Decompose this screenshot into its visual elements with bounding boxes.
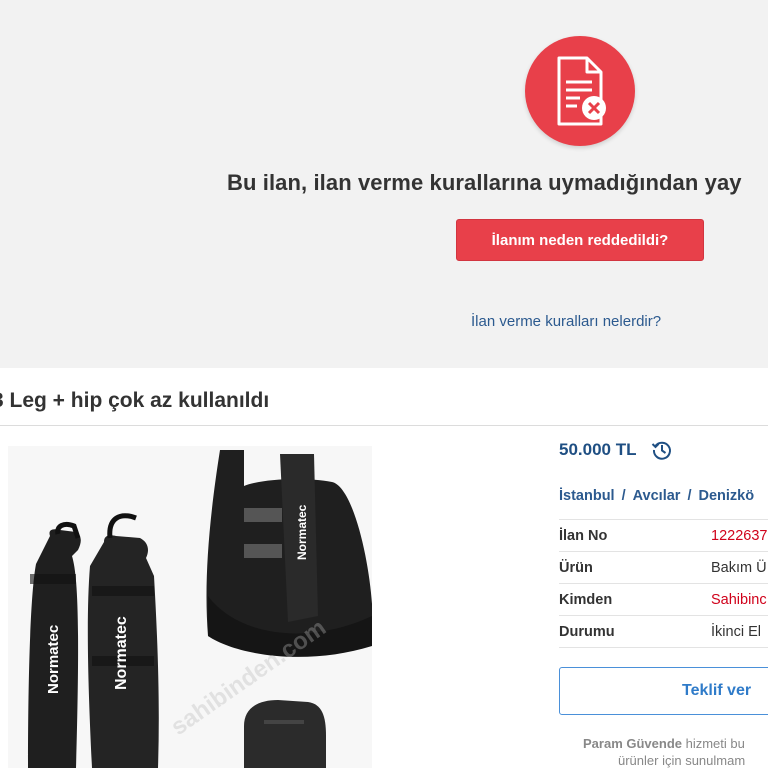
safe-payment-text: hizmeti bu xyxy=(682,736,745,751)
document-reject-icon xyxy=(525,36,635,146)
rejection-message: Bu ilan, ilan verme kurallarına uymadığı… xyxy=(227,170,742,195)
safe-payment-text-line2: ürünler için sunulmam xyxy=(618,753,746,768)
boot-brand-label: Normatec xyxy=(45,625,62,694)
detail-label: Ürün xyxy=(559,560,593,576)
breadcrumb-neighborhood[interactable]: Denizkö xyxy=(698,488,754,504)
detail-label: Durumu xyxy=(559,624,615,640)
normatec-boots-image: Normatec Normatec Normatec sahibinden.co… xyxy=(8,446,372,768)
detail-row-seller-type: Kimden Sahibinc xyxy=(559,583,768,615)
detail-label: Kimden xyxy=(559,592,613,608)
breadcrumb-separator: / xyxy=(687,488,692,504)
location-breadcrumb: İstanbul / Avcılar / Denizkö xyxy=(559,488,754,504)
boot-brand-label: Normatec xyxy=(113,616,130,690)
breadcrumb-city[interactable]: İstanbul xyxy=(559,488,615,504)
detail-value: Sahibinc xyxy=(711,592,767,608)
make-offer-button[interactable]: Teklif ver xyxy=(559,667,768,715)
listing-price: 50.000 TL xyxy=(559,440,637,459)
listing-details-table: İlan No 1222637 Ürün Bakım Ü Kimden Sahi… xyxy=(559,519,768,648)
detail-label: İlan No xyxy=(559,528,608,544)
detail-value: İkinci El xyxy=(711,624,761,640)
safe-payment-note: Param Güvende hizmeti bu ürünler için su… xyxy=(583,735,745,768)
detail-value: 1222637 xyxy=(711,528,768,544)
detail-row-condition: Durumu İkinci El xyxy=(559,615,768,648)
divider xyxy=(0,425,768,426)
detail-value: Bakım Ü xyxy=(711,560,767,576)
safe-payment-brand[interactable]: Param Güvende xyxy=(583,736,682,751)
breadcrumb-district[interactable]: Avcılar xyxy=(633,488,681,504)
make-offer-label: Teklif ver xyxy=(682,682,752,699)
listing-title: 3 Leg + hip çok az kullanıldı xyxy=(0,389,270,412)
listing-rules-link[interactable]: İlan verme kuralları nelerdir? xyxy=(471,313,661,330)
hip-brand-label: Normatec xyxy=(295,504,309,560)
detail-row-listing-no: İlan No 1222637 xyxy=(559,519,768,551)
rejection-banner: Bu ilan, ilan verme kurallarına uymadığı… xyxy=(0,0,768,368)
product-photo[interactable]: Normatec Normatec Normatec sahibinden.co… xyxy=(8,446,372,768)
detail-row-product: Ürün Bakım Ü xyxy=(559,551,768,583)
why-rejected-button[interactable]: İlanım neden reddedildi? xyxy=(456,219,704,261)
history-icon[interactable] xyxy=(651,439,673,461)
breadcrumb-separator: / xyxy=(621,488,626,504)
